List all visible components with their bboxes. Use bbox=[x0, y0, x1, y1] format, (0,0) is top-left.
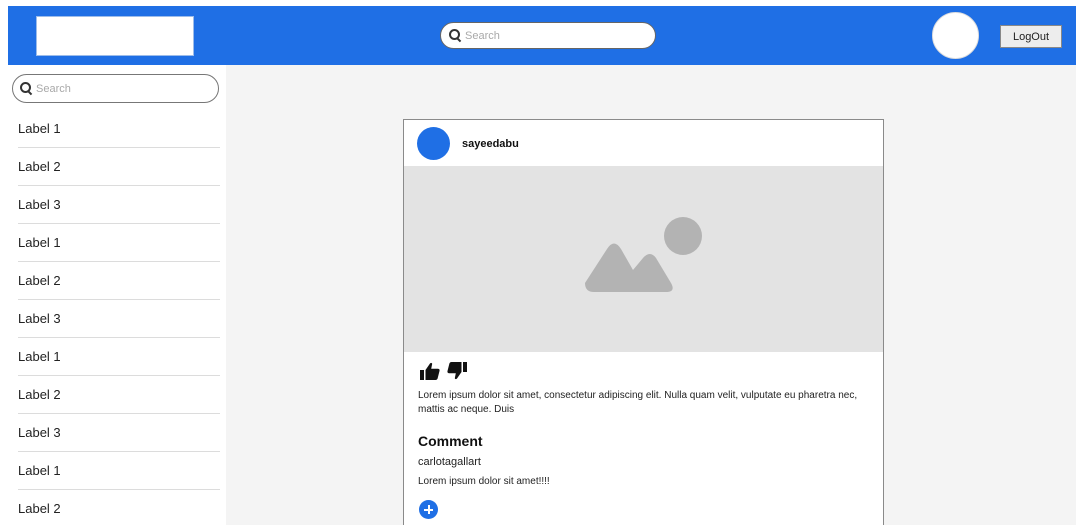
sidebar-item-label: Label 1 bbox=[18, 463, 61, 478]
sidebar-item[interactable]: Label 1 bbox=[18, 452, 220, 490]
app-frame: Search LogOut Search Label 1 Label 2 Lab… bbox=[8, 6, 1076, 525]
logout-button[interactable]: LogOut bbox=[1000, 25, 1062, 48]
sidebar-item[interactable]: Label 3 bbox=[18, 414, 220, 452]
comment-text: Lorem ipsum dolor sit amet!!!! bbox=[418, 476, 550, 487]
sidebar-item-label: Label 2 bbox=[18, 159, 61, 174]
post-header: sayeedabu bbox=[404, 120, 883, 166]
sidebar-item-label: Label 1 bbox=[18, 121, 61, 136]
add-comment-button[interactable] bbox=[419, 500, 438, 519]
sidebar-item-label: Label 3 bbox=[18, 425, 61, 440]
sidebar: Search Label 1 Label 2 Label 3 Label 1 L… bbox=[8, 65, 226, 525]
sidebar-item-label: Label 1 bbox=[18, 235, 61, 250]
sidebar-item[interactable]: Label 1 bbox=[18, 110, 220, 148]
thumbs-down-icon[interactable] bbox=[447, 362, 467, 385]
sidebar-item-label: Label 3 bbox=[18, 311, 61, 326]
sidebar-item[interactable]: Label 2 bbox=[18, 376, 220, 414]
sidebar-list: Label 1 Label 2 Label 3 Label 1 Label 2 … bbox=[18, 110, 220, 525]
search-icon bbox=[449, 29, 462, 42]
sidebar-search-placeholder: Search bbox=[36, 82, 71, 95]
header-search-placeholder: Search bbox=[465, 29, 500, 42]
sidebar-item-label: Label 1 bbox=[18, 349, 61, 364]
sidebar-item-label: Label 2 bbox=[18, 387, 61, 402]
post-card: sayeedabu Lorem ipsum dolor sit amet, co… bbox=[403, 119, 884, 525]
header-search-input[interactable]: Search bbox=[440, 22, 656, 49]
search-icon bbox=[20, 82, 33, 95]
sidebar-item[interactable]: Label 2 bbox=[18, 262, 220, 300]
sidebar-item[interactable]: Label 3 bbox=[18, 300, 220, 338]
post-author-avatar[interactable] bbox=[417, 127, 450, 160]
post-image[interactable] bbox=[404, 166, 883, 352]
comment-heading: Comment bbox=[418, 433, 483, 449]
sidebar-search-input[interactable]: Search bbox=[12, 74, 219, 103]
sidebar-item[interactable]: Label 2 bbox=[18, 148, 220, 186]
sidebar-item[interactable]: Label 2 bbox=[18, 490, 220, 525]
image-placeholder-icon bbox=[585, 217, 702, 292]
thumbs-up-icon[interactable] bbox=[420, 362, 440, 385]
comment-author[interactable]: carlotagallart bbox=[418, 456, 481, 468]
sidebar-item-label: Label 3 bbox=[18, 197, 61, 212]
sidebar-item-label: Label 2 bbox=[18, 273, 61, 288]
sidebar-item[interactable]: Label 1 bbox=[18, 338, 220, 376]
top-navbar: Search LogOut bbox=[8, 6, 1076, 65]
reaction-bar bbox=[420, 362, 467, 385]
logo-placeholder[interactable] bbox=[36, 16, 194, 56]
user-avatar[interactable] bbox=[932, 12, 979, 59]
sidebar-item[interactable]: Label 1 bbox=[18, 224, 220, 262]
sidebar-item-label: Label 2 bbox=[18, 501, 61, 516]
post-author-name[interactable]: sayeedabu bbox=[462, 138, 519, 150]
post-body-text: Lorem ipsum dolor sit amet, consectetur … bbox=[418, 390, 858, 415]
sidebar-item[interactable]: Label 3 bbox=[18, 186, 220, 224]
